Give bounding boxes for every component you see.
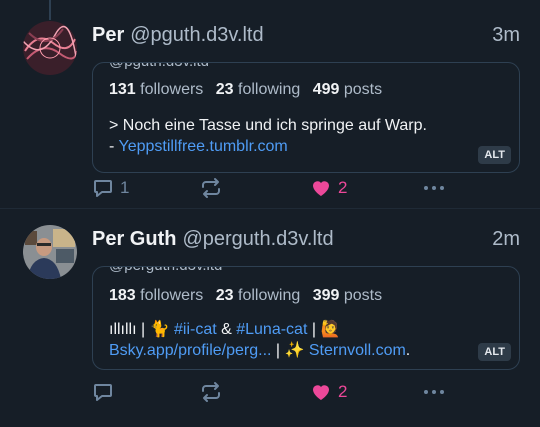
reply-icon	[94, 384, 112, 401]
heart-icon	[313, 181, 329, 196]
post-item[interactable]: Per @pguth.d3v.ltd 3m @pguth.d3v.ltd 131…	[0, 0, 540, 208]
alt-badge[interactable]: ALT	[478, 343, 511, 361]
card-handle-cut: @pguth.d3v.ltd	[109, 63, 209, 70]
bio-separator: |	[136, 321, 150, 338]
following-count: 23	[215, 287, 234, 304]
reply-button[interactable]	[92, 380, 114, 404]
bio-separator: |	[271, 342, 285, 359]
person-emoji: 🙋	[320, 321, 341, 338]
hashtag-link[interactable]: #Luna-cat	[236, 321, 307, 338]
post-item[interactable]: Per Guth @perguth.d3v.ltd 2m @perguth.d3…	[0, 208, 540, 427]
bio-link[interactable]: Yeppstillfree.tumblr.com	[118, 138, 287, 155]
bio-amp: &	[216, 321, 237, 338]
reply-count: 1	[120, 178, 130, 197]
profile-card-embed[interactable]: @perguth.d3v.ltd 183 followers 23 follow…	[92, 266, 520, 370]
bio-link[interactable]: Bsky.app/profile/perg...	[109, 342, 271, 359]
cat-emoji: 🐈	[149, 321, 170, 338]
heart-icon	[313, 385, 329, 400]
more-icon	[424, 390, 444, 394]
profile-bio: > Noch eine Tasse und ich springe auf Wa…	[109, 115, 471, 157]
posts-label: posts	[343, 81, 383, 98]
posts-count: 399	[312, 287, 340, 304]
repost-button[interactable]	[200, 380, 222, 404]
card-handle-cut: @perguth.d3v.ltd	[109, 267, 222, 274]
followers-label: followers	[140, 287, 204, 304]
post-header: Per Guth @perguth.d3v.ltd 2m	[92, 228, 520, 251]
following-label: following	[238, 81, 301, 98]
repost-icon	[202, 178, 220, 198]
like-count: 2	[338, 178, 348, 197]
avatar[interactable]	[23, 225, 77, 279]
followers-count: 183	[109, 287, 136, 304]
bio-bars: ıllıllı	[109, 321, 137, 338]
more-button[interactable]	[422, 380, 446, 404]
post-actions: 2	[92, 380, 518, 404]
like-count: 2	[338, 382, 348, 401]
posts-label: posts	[343, 287, 383, 304]
bio-line: > Noch eine Tasse und ich springe auf Wa…	[109, 117, 427, 134]
following-count: 23	[215, 81, 234, 98]
avatar[interactable]	[23, 21, 77, 75]
repost-icon	[202, 382, 220, 402]
hashtag-link[interactable]: #ii-cat	[174, 321, 217, 338]
author-handle[interactable]: @perguth.d3v.ltd	[182, 228, 333, 251]
profile-stats: 183 followers 23 following 399 posts	[109, 287, 382, 305]
bio-separator: |	[307, 321, 321, 338]
post-header: Per @pguth.d3v.ltd 3m	[92, 24, 520, 47]
more-button[interactable]	[422, 176, 446, 200]
alt-badge[interactable]: ALT	[478, 146, 511, 164]
post-actions: 1 2	[92, 176, 518, 200]
bio-link[interactable]: Sternvoll.com	[309, 342, 406, 359]
reply-button[interactable]: 1	[92, 176, 129, 200]
post-time[interactable]: 3m	[492, 24, 520, 47]
followers-count: 131	[109, 81, 136, 98]
bio-end: .	[405, 342, 411, 359]
profile-bio: ıllıllı | 🐈 #ii-cat & #Luna-cat | 🙋 Bsky…	[109, 319, 471, 361]
post-time[interactable]: 2m	[492, 228, 520, 251]
like-button[interactable]: 2	[310, 380, 347, 404]
reply-icon	[94, 180, 112, 197]
following-label: following	[238, 287, 301, 304]
more-icon	[424, 186, 444, 190]
like-button[interactable]: 2	[310, 176, 347, 200]
repost-button[interactable]	[200, 176, 222, 200]
followers-label: followers	[140, 81, 204, 98]
posts-count: 499	[312, 81, 340, 98]
profile-stats: 131 followers 23 following 499 posts	[109, 81, 382, 99]
author-name[interactable]: Per Guth	[92, 228, 176, 251]
profile-card-embed[interactable]: @pguth.d3v.ltd 131 followers 23 followin…	[92, 62, 520, 173]
sparkle-emoji: ✨	[284, 342, 305, 359]
author-name[interactable]: Per	[92, 24, 124, 47]
author-handle[interactable]: @pguth.d3v.ltd	[130, 24, 263, 47]
